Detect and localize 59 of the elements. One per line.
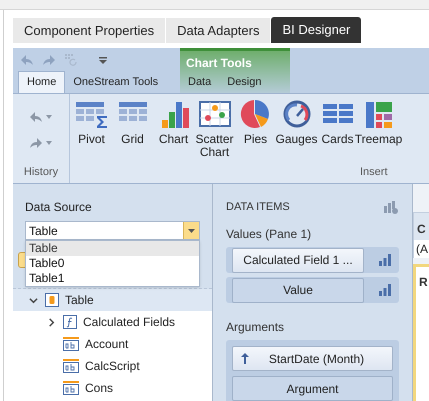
data-item-button[interactable]: Value [232,278,364,302]
ribbon-tab[interactable]: Data [180,71,220,93]
text-field-icon [63,337,79,351]
data-item-button[interactable]: StartDate (Month) [232,346,393,371]
scatter-chart-icon [198,100,232,128]
ribbon-tab[interactable]: Home [18,71,66,93]
ribbon-button[interactable]: Pies [236,100,275,159]
collapse-chevron-icon[interactable] [29,296,38,304]
tree-item[interactable]: Calculated Fields [83,313,176,331]
contextual-group-title: Chart Tools [185,55,253,72]
ribbon-button[interactable]: Chart [154,100,193,159]
ribbon-button[interactable]: Gauges [277,100,316,159]
table-icon [45,293,59,307]
refresh-grid-icon[interactable] [65,54,77,66]
undo-icon[interactable] [21,55,33,65]
card-panel: R [413,264,429,401]
bar-chart-icon[interactable] [379,284,391,296]
section-label: Arguments [226,319,286,336]
tree-item[interactable]: CalcScript [85,357,140,375]
section-label: Values (Pane 1) [226,226,312,243]
tab[interactable]: BI Designer [271,17,362,43]
input-field[interactable]: (A [413,240,429,258]
tab[interactable]: Component Properties [13,18,166,43]
add-chart-icon[interactable] [384,200,398,214]
text-field-icon [63,381,79,395]
customize-dropdown-icon[interactable] [99,56,107,64]
group-label: Insert [360,164,389,180]
caret-icon[interactable] [46,115,52,119]
function-icon [63,315,77,329]
panel-header: C [413,212,429,240]
caret-icon[interactable] [188,228,195,232]
redo-icon[interactable] [43,55,55,65]
undo-icon[interactable] [30,112,42,122]
group-label: History [24,164,58,180]
ribbon-button[interactable]: Scatter Chart [195,100,234,159]
data-item-button[interactable]: Argument [232,376,393,401]
ribbon-button[interactable]: Pivot [72,100,111,159]
panel-title: DATA ITEMS [226,200,290,215]
ribbon-button[interactable]: Grid [113,100,152,159]
dropdown-option[interactable]: Table0 [26,256,199,271]
ribbon-button[interactable]: Cards [318,100,357,159]
caret-icon[interactable] [46,141,52,145]
expand-chevron-icon[interactable] [47,318,56,326]
tree-item[interactable]: Cons [85,379,114,397]
tree-item[interactable]: Table [65,291,94,309]
text-field-icon [63,359,79,373]
redo-icon[interactable] [30,138,42,148]
bar-chart-icon[interactable] [379,254,391,266]
tree-item[interactable]: Account [85,335,128,353]
data-item-button[interactable]: Calculated Field 1 ... [232,248,364,272]
ribbon-tab[interactable]: OneStream Tools [65,71,166,93]
ribbon-tab[interactable]: Design [219,71,270,93]
dropdown-option[interactable]: Table [26,241,199,256]
tab[interactable]: Data Adapters [166,18,270,43]
sort-ascending-icon[interactable] [241,353,249,364]
field-label: Data Source [25,199,93,216]
pivot-icon [74,100,108,128]
data-source-dropdown[interactable]: Table [25,221,200,240]
dropdown-option[interactable]: Table1 [26,271,199,286]
